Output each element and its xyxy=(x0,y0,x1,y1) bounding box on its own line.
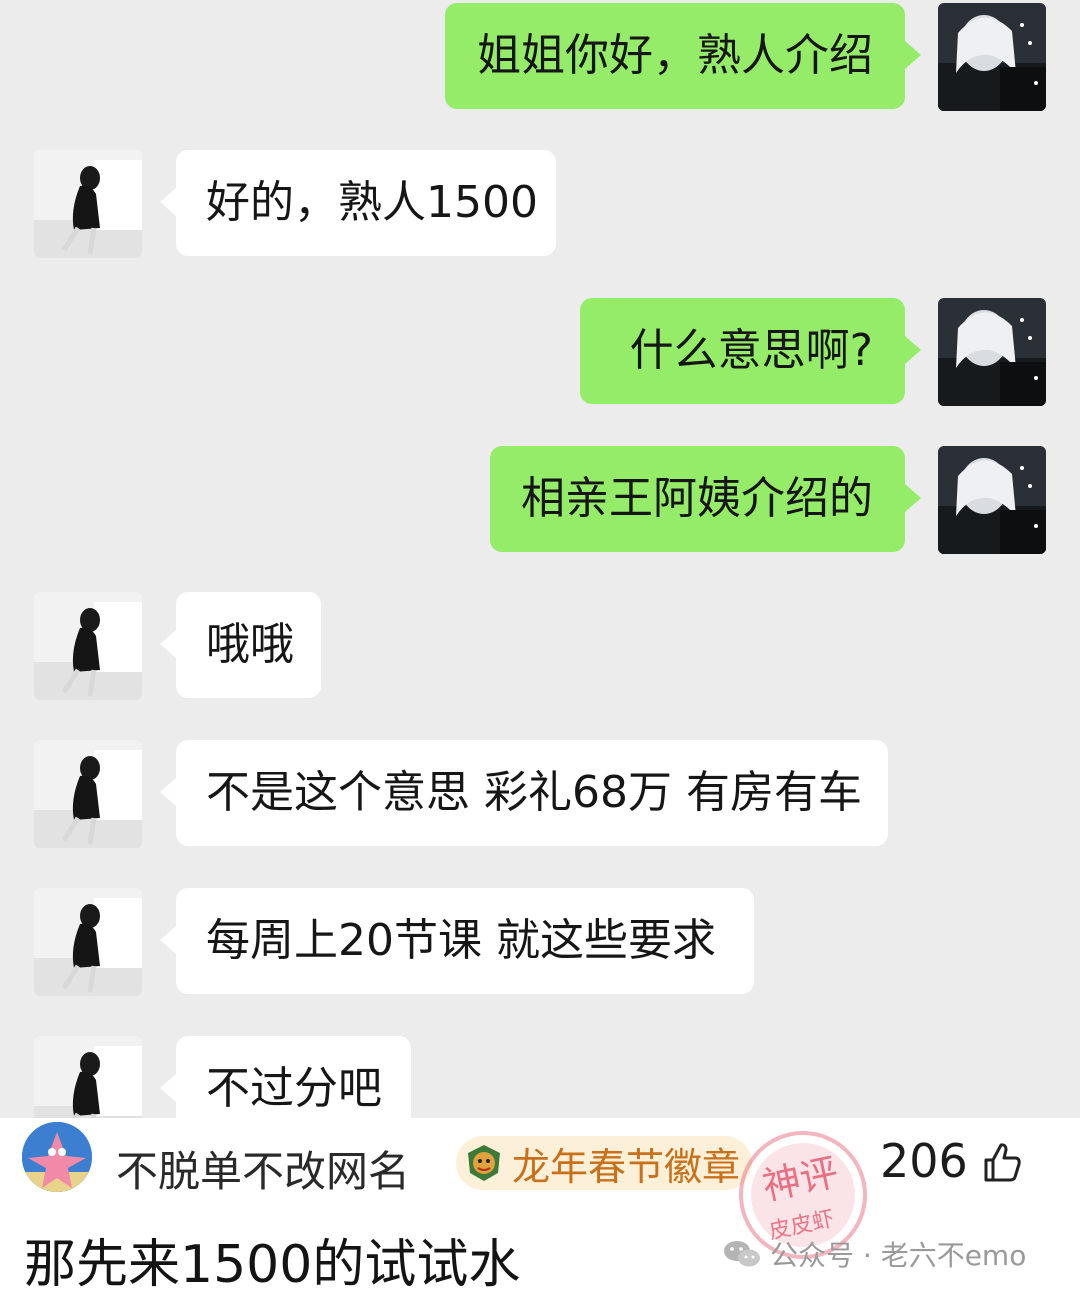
commenter-username[interactable]: 不脱单不改网名 xyxy=(116,1138,410,1199)
message-bubble-outgoing: 相亲王阿姨介绍的 xyxy=(490,446,921,552)
message-bubble-outgoing: 姐姐你好，熟人介绍 xyxy=(445,3,921,109)
dragon-badge-icon xyxy=(468,1145,500,1181)
message-text: 相亲王阿姨介绍的 xyxy=(521,473,873,524)
contact-avatar[interactable] xyxy=(34,1036,142,1118)
message-bubble-incoming: 不是这个意思 彩礼68万 有房有车 xyxy=(160,740,888,846)
message-text: 姐姐你好，熟人介绍 xyxy=(477,30,873,81)
message-text: 哦哦 xyxy=(206,619,294,670)
wechat-icon xyxy=(724,1241,760,1267)
message-bubble-incoming: 好的，熟人1500 xyxy=(160,150,556,256)
message-text: 好的，熟人1500 xyxy=(206,177,538,228)
watermark-text: 公众号 · 老六不emo xyxy=(770,1239,1027,1272)
message-bubble-incoming: 哦哦 xyxy=(160,592,321,698)
my-avatar[interactable] xyxy=(938,3,1046,111)
like-count: 206 xyxy=(880,1134,968,1188)
contact-avatar[interactable] xyxy=(34,150,142,258)
contact-avatar[interactable] xyxy=(34,888,142,996)
thumbs-up-icon[interactable] xyxy=(980,1140,1024,1184)
contact-avatar[interactable] xyxy=(34,740,142,848)
message-bubble-incoming: 每周上20节课 就这些要求 xyxy=(160,888,754,994)
watermark: 公众号 · 老六不emo xyxy=(722,1234,1026,1274)
message-text: 不过分吧 xyxy=(206,1063,382,1114)
message-bubble-incoming: 不过分吧 xyxy=(160,1036,411,1118)
festival-badge[interactable]: 龙年春节徽章 xyxy=(456,1136,752,1190)
message-text: 不是这个意思 彩礼68万 有房有车 xyxy=(206,767,862,818)
my-avatar[interactable] xyxy=(938,298,1046,406)
message-bubble-outgoing: 什么意思啊? xyxy=(580,298,921,404)
comment-text: 那先来1500的试试水 xyxy=(24,1235,521,1295)
message-text: 每周上20节课 就这些要求 xyxy=(206,915,716,966)
badge-label: 龙年春节徽章 xyxy=(512,1144,741,1189)
my-avatar[interactable] xyxy=(938,446,1046,554)
chat-screenshot: 姐姐你好，熟人介绍 好的，熟人1500 什么意思啊? 相亲王阿姨介绍的 哦哦 不… xyxy=(0,0,1080,1118)
message-text: 什么意思啊? xyxy=(629,325,873,376)
commenter-avatar[interactable] xyxy=(22,1122,92,1192)
contact-avatar[interactable] xyxy=(34,592,142,700)
